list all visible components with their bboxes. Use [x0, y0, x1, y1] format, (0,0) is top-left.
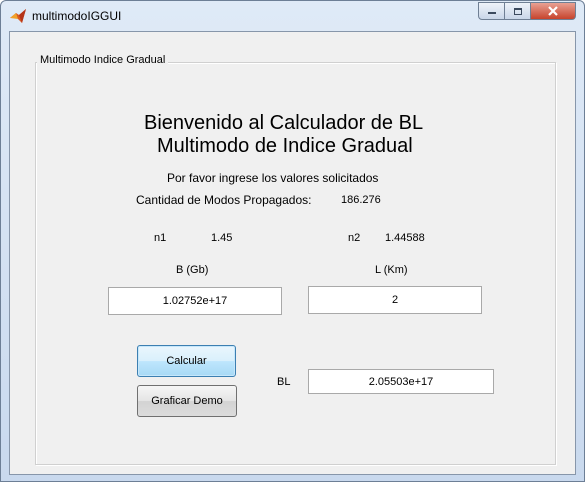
l-input[interactable] [308, 286, 482, 314]
calcular-button[interactable]: Calcular [137, 345, 236, 377]
n1-value: 1.45 [211, 232, 233, 244]
n2-value: 1.44588 [385, 232, 425, 244]
window-controls [478, 2, 576, 21]
minimize-icon [487, 12, 496, 14]
graficar-demo-button[interactable]: Graficar Demo [137, 385, 237, 417]
close-icon [548, 6, 558, 16]
bl-output[interactable] [308, 369, 494, 394]
minimize-button[interactable] [478, 2, 505, 20]
close-button[interactable] [531, 2, 576, 20]
n1-label: n1 [154, 232, 167, 244]
n2-label: n2 [348, 232, 361, 244]
b-input[interactable] [108, 287, 282, 315]
l-label: L (Km) [375, 264, 408, 276]
client-area [9, 31, 576, 475]
modes-value: 186.276 [341, 194, 381, 206]
prompt-text: Por favor ingrese los valores solicitado… [167, 171, 379, 185]
matlab-icon [10, 9, 26, 23]
maximize-button[interactable] [505, 2, 531, 20]
heading-line2: Multimodo de Indice Gradual [157, 135, 413, 157]
panel-title: Multimodo Indice Gradual [37, 54, 169, 66]
bl-label: BL [277, 376, 291, 388]
b-label: B (Gb) [176, 264, 209, 276]
maximize-icon [513, 7, 522, 15]
heading-line1: Bienvenido al Calculador de BL [144, 112, 424, 134]
title-bar[interactable]: multimodoIGGUI [1, 1, 584, 31]
modes-label: Cantidad de Modos Propagados: [136, 193, 312, 207]
app-window: multimodoIGGUI [0, 0, 585, 482]
window-title: multimodoIGGUI [32, 9, 122, 23]
